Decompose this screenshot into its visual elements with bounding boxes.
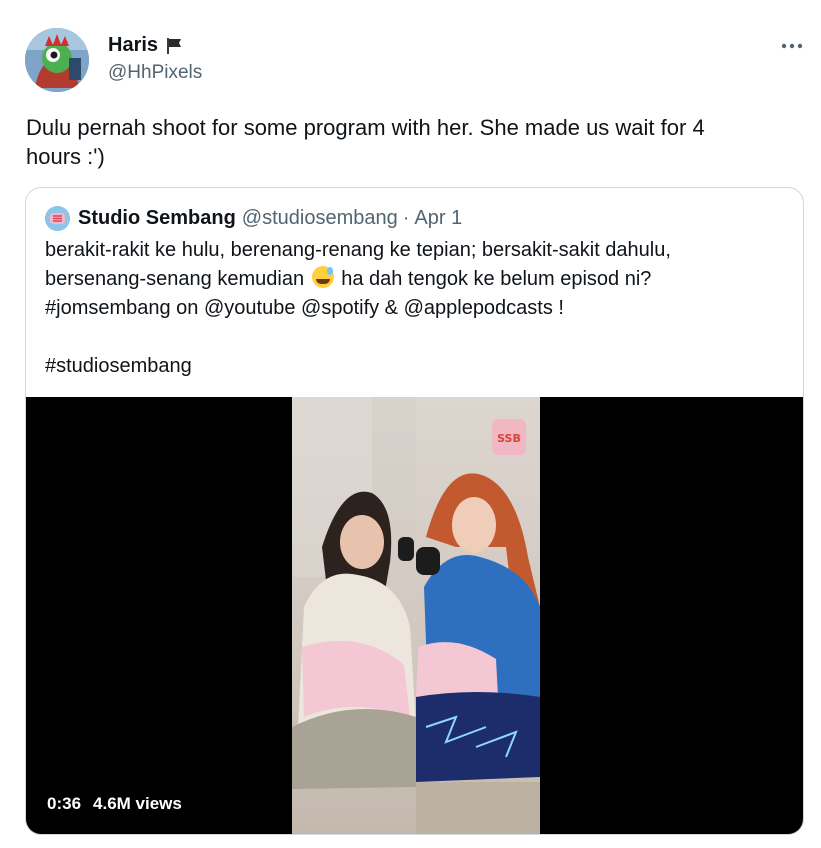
quoted-text-line: berakit-rakit ke hulu, berenang-renang k…: [45, 239, 671, 261]
person-right-illustration: SSB: [416, 419, 540, 834]
quoted-tweet-header: Studio Sembang @studiosembang · Apr 1: [45, 205, 462, 231]
black-flag-icon: [167, 37, 182, 54]
quoted-text-blank-line: [45, 323, 790, 352]
video-left-panel: [292, 397, 416, 834]
video-views: 4.6M views: [93, 794, 182, 813]
quoted-tweet[interactable]: Studio Sembang @studiosembang · Apr 1 be…: [25, 187, 804, 835]
video-player[interactable]: SSB 0:36 4.6M views: [26, 397, 803, 834]
quoted-text-segment: bersenang-senang kemudian: [45, 268, 305, 290]
video-frame: SSB: [292, 397, 540, 834]
quoted-text-segment: ha dah tengok ke belum episod ni?: [341, 268, 652, 290]
quoted-author-avatar[interactable]: [45, 205, 70, 231]
video-stats: 0:36 4.6M views: [47, 794, 182, 814]
quoted-text-line: #studiosembang: [45, 355, 192, 377]
tweet-text-line: Dulu pernah shoot for some program with …: [26, 115, 705, 140]
author-name-row[interactable]: Haris: [108, 34, 184, 57]
avatar-illustration: [25, 28, 89, 92]
quoted-tweet-date[interactable]: Apr 1: [414, 207, 462, 230]
quoted-author-name[interactable]: Studio Sembang: [78, 207, 236, 230]
tweet-text: Dulu pernah shoot for some program with …: [26, 113, 786, 171]
header-separator: ·: [402, 206, 410, 229]
author-name[interactable]: Haris: [108, 34, 158, 57]
svg-text:SSB: SSB: [497, 432, 521, 445]
author-avatar[interactable]: [25, 28, 89, 92]
quoted-text-line: #jomsembang on @youtube @spotify & @appl…: [45, 297, 564, 319]
studio-sembang-logo-icon: [45, 205, 70, 231]
tweet-text-line: hours :'): [26, 144, 105, 169]
video-duration: 0:36: [47, 794, 82, 813]
video-right-panel: SSB: [416, 397, 540, 834]
quoted-text-line-with-emoji: bersenang-senang kemudian ha dah tengok …: [45, 265, 790, 294]
tweet: Haris @HhPixels Dulu pernah shoot for so…: [0, 0, 821, 848]
more-options-icon[interactable]: [778, 34, 806, 58]
sweat-smile-emoji: [311, 266, 334, 288]
quoted-author-handle[interactable]: @studiosembang: [242, 207, 398, 230]
author-handle[interactable]: @HhPixels: [108, 62, 202, 84]
quoted-tweet-text: berakit-rakit ke hulu, berenang-renang k…: [45, 236, 790, 381]
person-left-illustration: [292, 491, 416, 789]
